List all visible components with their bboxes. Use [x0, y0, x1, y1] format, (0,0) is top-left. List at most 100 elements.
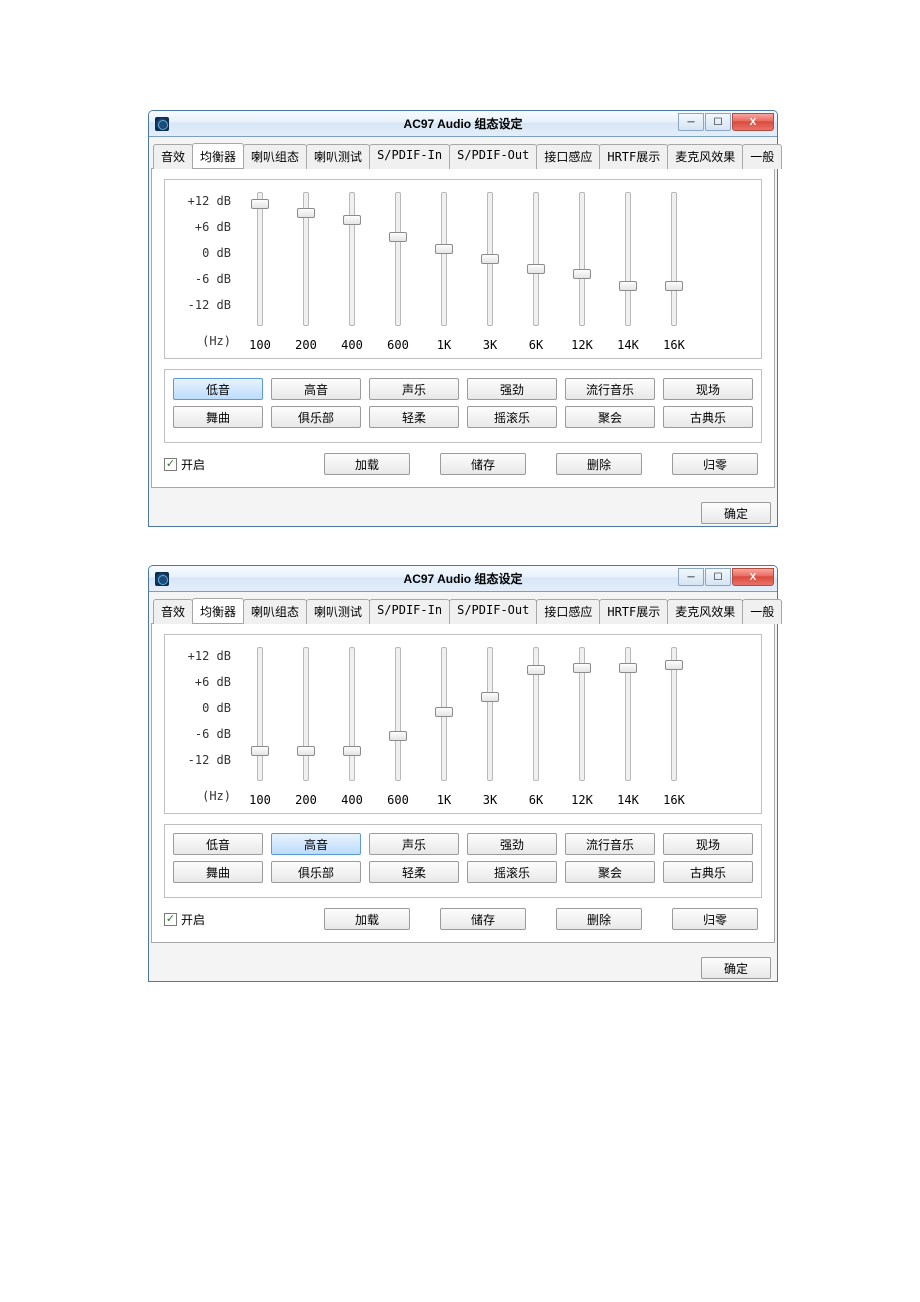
eq-slider-thumb[interactable] [297, 746, 315, 756]
preset-button[interactable]: 摇滚乐 [467, 861, 557, 883]
preset-button[interactable]: 强劲 [467, 833, 557, 855]
preset-button[interactable]: 流行音乐 [565, 833, 655, 855]
tab-2[interactable]: 喇叭组态 [243, 144, 307, 169]
eq-slider-3K[interactable] [487, 647, 493, 781]
eq-slider-thumb[interactable] [619, 663, 637, 673]
eq-slider-thumb[interactable] [481, 692, 499, 702]
eq-slider-1K[interactable] [441, 647, 447, 781]
eq-slider-600[interactable] [395, 192, 401, 326]
close-button[interactable]: X [732, 568, 774, 586]
eq-slider-thumb[interactable] [343, 215, 361, 225]
close-button[interactable]: X [732, 113, 774, 131]
tab-0[interactable]: 音效 [153, 599, 193, 624]
tab-9[interactable]: 一般 [742, 144, 782, 169]
eq-slider-16K[interactable] [671, 647, 677, 781]
eq-slider-thumb[interactable] [665, 281, 683, 291]
tab-3[interactable]: 喇叭测试 [306, 599, 370, 624]
eq-slider-thumb[interactable] [343, 746, 361, 756]
eq-slider-thumb[interactable] [665, 660, 683, 670]
ok-button[interactable]: 确定 [701, 502, 771, 524]
maximize-button[interactable]: ☐ [705, 113, 731, 131]
eq-slider-6K[interactable] [533, 192, 539, 326]
action-button-加载[interactable]: 加载 [324, 453, 410, 475]
eq-slider-14K[interactable] [625, 647, 631, 781]
ok-button[interactable]: 确定 [701, 957, 771, 979]
preset-button[interactable]: 古典乐 [663, 861, 753, 883]
preset-button[interactable]: 轻柔 [369, 861, 459, 883]
preset-button[interactable]: 聚会 [565, 406, 655, 428]
tab-0[interactable]: 音效 [153, 144, 193, 169]
tab-7[interactable]: HRTF展示 [599, 599, 668, 624]
preset-button[interactable]: 声乐 [369, 378, 459, 400]
preset-button[interactable]: 低音 [173, 833, 263, 855]
action-button-加载[interactable]: 加载 [324, 908, 410, 930]
minimize-button[interactable]: ─ [678, 113, 704, 131]
tab-1[interactable]: 均衡器 [192, 143, 244, 168]
preset-button[interactable]: 摇滚乐 [467, 406, 557, 428]
preset-button[interactable]: 聚会 [565, 861, 655, 883]
tab-5[interactable]: S/PDIF-Out [449, 144, 537, 169]
eq-slider-14K[interactable] [625, 192, 631, 326]
preset-button[interactable]: 舞曲 [173, 861, 263, 883]
preset-button[interactable]: 低音 [173, 378, 263, 400]
preset-button[interactable]: 舞曲 [173, 406, 263, 428]
checkbox-icon[interactable]: ✓ [164, 913, 177, 926]
eq-slider-200[interactable] [303, 647, 309, 781]
enable-checkbox[interactable]: ✓开启 [164, 456, 205, 473]
preset-button[interactable]: 强劲 [467, 378, 557, 400]
eq-slider-thumb[interactable] [573, 269, 591, 279]
preset-button[interactable]: 俱乐部 [271, 861, 361, 883]
tab-6[interactable]: 接口感应 [536, 144, 600, 169]
eq-slider-100[interactable] [257, 192, 263, 326]
eq-slider-thumb[interactable] [435, 707, 453, 717]
action-button-归零[interactable]: 归零 [672, 453, 758, 475]
action-button-储存[interactable]: 储存 [440, 453, 526, 475]
preset-button[interactable]: 古典乐 [663, 406, 753, 428]
preset-button[interactable]: 流行音乐 [565, 378, 655, 400]
enable-checkbox[interactable]: ✓开启 [164, 911, 205, 928]
tab-4[interactable]: S/PDIF-In [369, 599, 450, 624]
action-button-删除[interactable]: 删除 [556, 908, 642, 930]
tab-9[interactable]: 一般 [742, 599, 782, 624]
eq-slider-400[interactable] [349, 192, 355, 326]
eq-slider-thumb[interactable] [297, 208, 315, 218]
eq-slider-600[interactable] [395, 647, 401, 781]
eq-slider-100[interactable] [257, 647, 263, 781]
tab-6[interactable]: 接口感应 [536, 599, 600, 624]
eq-slider-thumb[interactable] [251, 199, 269, 209]
eq-slider-16K[interactable] [671, 192, 677, 326]
eq-slider-thumb[interactable] [389, 731, 407, 741]
eq-slider-3K[interactable] [487, 192, 493, 326]
tab-2[interactable]: 喇叭组态 [243, 599, 307, 624]
preset-button[interactable]: 现场 [663, 378, 753, 400]
eq-slider-thumb[interactable] [573, 663, 591, 673]
tab-8[interactable]: 麦克风效果 [667, 599, 743, 624]
eq-slider-thumb[interactable] [527, 665, 545, 675]
eq-slider-200[interactable] [303, 192, 309, 326]
action-button-归零[interactable]: 归零 [672, 908, 758, 930]
eq-slider-12K[interactable] [579, 192, 585, 326]
preset-button[interactable]: 高音 [271, 378, 361, 400]
action-button-删除[interactable]: 删除 [556, 453, 642, 475]
eq-slider-6K[interactable] [533, 647, 539, 781]
eq-slider-12K[interactable] [579, 647, 585, 781]
tab-8[interactable]: 麦克风效果 [667, 144, 743, 169]
eq-slider-thumb[interactable] [251, 746, 269, 756]
eq-slider-thumb[interactable] [619, 281, 637, 291]
minimize-button[interactable]: ─ [678, 568, 704, 586]
preset-button[interactable]: 俱乐部 [271, 406, 361, 428]
eq-slider-1K[interactable] [441, 192, 447, 326]
eq-slider-400[interactable] [349, 647, 355, 781]
tab-7[interactable]: HRTF展示 [599, 144, 668, 169]
preset-button[interactable]: 高音 [271, 833, 361, 855]
tab-4[interactable]: S/PDIF-In [369, 144, 450, 169]
maximize-button[interactable]: ☐ [705, 568, 731, 586]
tab-5[interactable]: S/PDIF-Out [449, 599, 537, 624]
tab-3[interactable]: 喇叭测试 [306, 144, 370, 169]
eq-slider-thumb[interactable] [527, 264, 545, 274]
action-button-储存[interactable]: 储存 [440, 908, 526, 930]
checkbox-icon[interactable]: ✓ [164, 458, 177, 471]
eq-slider-thumb[interactable] [435, 244, 453, 254]
preset-button[interactable]: 现场 [663, 833, 753, 855]
tab-1[interactable]: 均衡器 [192, 598, 244, 623]
